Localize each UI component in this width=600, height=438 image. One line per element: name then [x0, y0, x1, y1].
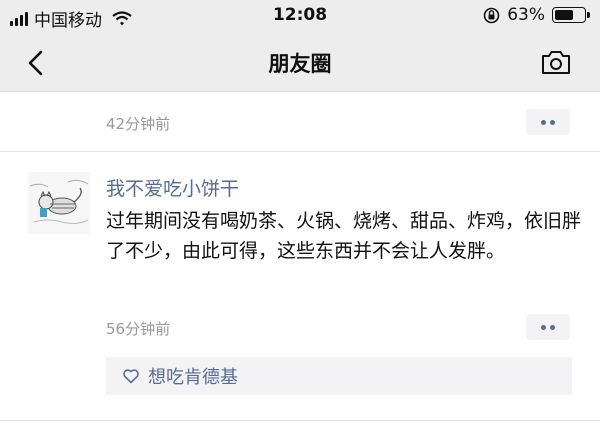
previous-post-more-button[interactable]	[526, 109, 570, 135]
post-divider	[0, 151, 600, 152]
status-bar: 中国移动 12:08 63%	[0, 0, 600, 32]
dot-icon	[541, 119, 546, 125]
heart-outline-icon	[123, 369, 139, 384]
likes-panel: 想吃肯德基	[106, 357, 572, 395]
right-status-group: 63%	[483, 5, 590, 25]
post-author-name[interactable]: 我不爱吃小饼干	[106, 174, 239, 201]
dot-icon	[541, 324, 546, 330]
dot-icon	[550, 324, 555, 330]
avatar[interactable]	[28, 172, 90, 234]
liker-name[interactable]: 想吃肯德基	[148, 363, 238, 389]
dot-icon	[550, 119, 555, 125]
camera-button[interactable]	[540, 48, 572, 76]
orientation-lock-icon	[483, 7, 500, 23]
previous-post-time: 42分钟前	[106, 115, 171, 133]
cat-avatar-icon	[28, 172, 90, 234]
nav-bar: 朋友圈	[0, 32, 600, 92]
previous-post-footer: 42分钟前	[0, 93, 600, 151]
post-content: 过年期间没有喝奶茶、火锅、烧烤、甜品、炸鸡，依旧胖了不少，由此可得，这些东西并不…	[106, 210, 582, 262]
post-divider-bottom	[0, 420, 600, 421]
battery-icon	[552, 7, 590, 23]
battery-percent: 63%	[507, 5, 545, 25]
page-title: 朋友圈	[268, 52, 332, 76]
post-more-button[interactable]	[526, 314, 570, 340]
post-time: 56分钟前	[106, 320, 171, 338]
battery-level	[555, 10, 573, 20]
